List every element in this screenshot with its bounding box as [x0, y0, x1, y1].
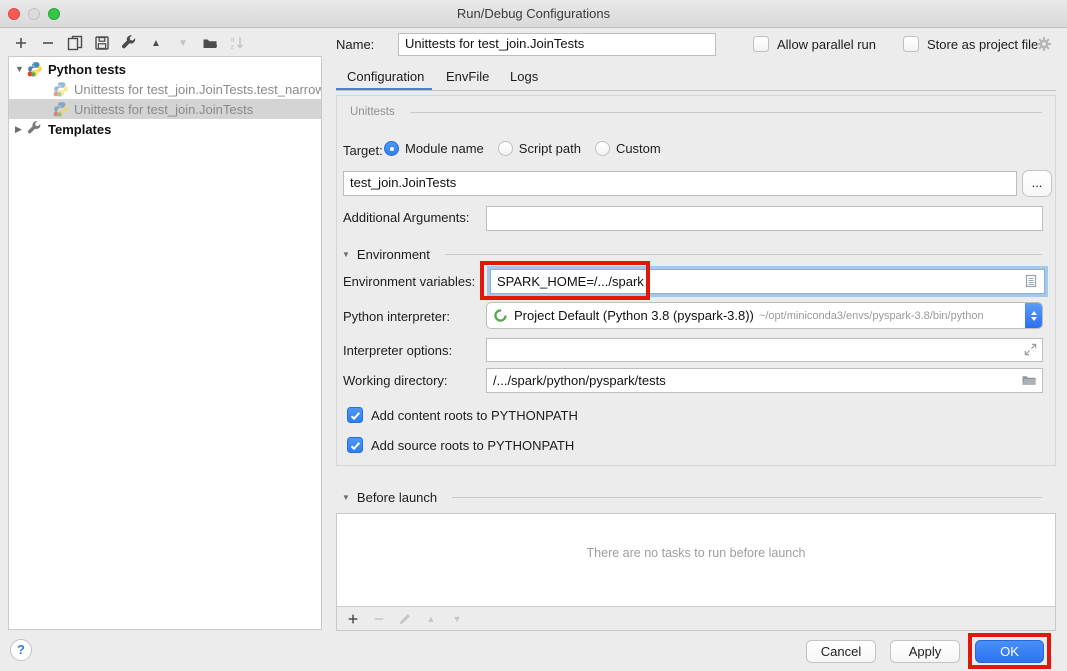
module-name-radio[interactable]: [384, 141, 399, 156]
window-title: Run/Debug Configurations: [0, 6, 1067, 21]
tab-envfile[interactable]: EnvFile: [446, 69, 489, 84]
python-interpreter-value: Project Default (Python 3.8 (pyspark-3.8…: [514, 308, 754, 323]
configurations-toolbar: ▲ ▼ az: [13, 33, 245, 53]
apply-button[interactable]: Apply: [890, 640, 960, 663]
cancel-button[interactable]: Cancel: [806, 640, 876, 663]
add-source-roots-checkbox[interactable]: [347, 437, 363, 453]
working-directory-input[interactable]: /.../spark/python/pyspark/tests: [486, 368, 1043, 393]
python-test-icon: [53, 101, 69, 117]
module-name-radio-label[interactable]: Module name: [405, 141, 484, 156]
allow-parallel-run-label[interactable]: Allow parallel run: [777, 37, 876, 52]
help-button[interactable]: ?: [10, 639, 32, 661]
browse-module-button[interactable]: ...: [1022, 170, 1052, 197]
tabs-separator: [336, 90, 1056, 91]
before-launch-section-label: Before launch: [357, 490, 437, 505]
python-test-icon: [53, 81, 69, 97]
working-directory-label: Working directory:: [343, 373, 448, 388]
templates-wrench-icon: [27, 121, 43, 137]
configurations-tree: ▼ Python tests Unittests for test_join.J…: [8, 56, 322, 630]
target-radio-group: Module name Script path Custom: [384, 141, 661, 156]
custom-radio[interactable]: [595, 141, 610, 156]
python-interpreter-label: Python interpreter:: [343, 309, 450, 324]
environment-variables-label: Environment variables:: [343, 274, 475, 289]
run-debug-configurations-dialog: Run/Debug Configurations ▲ ▼ az ▼ Python…: [0, 0, 1067, 671]
save-icon[interactable]: [94, 35, 110, 51]
custom-radio-label[interactable]: Custom: [616, 141, 661, 156]
store-as-project-file-label[interactable]: Store as project file: [927, 37, 1038, 52]
script-path-radio-label[interactable]: Script path: [519, 141, 581, 156]
chevron-down-icon[interactable]: ▼: [15, 64, 27, 74]
tree-item-templates[interactable]: ▶ Templates: [9, 119, 321, 139]
interpreter-options-label: Interpreter options:: [343, 343, 452, 358]
allow-parallel-run-checkbox[interactable]: [753, 36, 769, 52]
folder-icon[interactable]: [1021, 372, 1037, 388]
python-interpreter-path: ~/opt/miniconda3/envs/pyspark-3.8/bin/py…: [759, 310, 1025, 322]
before-launch-empty-text: There are no tasks to run before launch: [337, 546, 1055, 560]
ok-button-annotation-box: [968, 633, 1051, 669]
chevron-down-icon[interactable]: ▼: [342, 250, 350, 259]
add-source-roots-label[interactable]: Add source roots to PYTHONPATH: [371, 438, 574, 453]
module-name-input[interactable]: test_join.JoinTests: [343, 171, 1017, 196]
before-launch-task-list[interactable]: There are no tasks to run before launch: [337, 514, 1055, 607]
dropdown-stepper-icon[interactable]: [1025, 303, 1042, 328]
before-launch-section-line: [452, 497, 1042, 498]
expand-field-icon[interactable]: [1023, 342, 1039, 358]
environment-section-label: Environment: [357, 247, 430, 262]
add-icon[interactable]: [13, 35, 29, 51]
svg-text:a: a: [231, 37, 235, 44]
tree-item-unittest-narrow[interactable]: Unittests for test_join.JoinTests.test_n…: [9, 79, 321, 99]
tab-configuration[interactable]: Configuration: [347, 69, 424, 84]
chevron-right-icon[interactable]: ▶: [15, 124, 27, 135]
interpreter-options-input[interactable]: [486, 338, 1043, 362]
environment-section-line: [445, 254, 1042, 255]
tab-logs[interactable]: Logs: [510, 69, 538, 84]
name-input[interactable]: Unittests for test_join.JoinTests: [398, 33, 716, 56]
move-task-down-icon: ▼: [449, 611, 465, 627]
script-path-radio[interactable]: [498, 141, 513, 156]
gear-icon: [1036, 36, 1052, 52]
browse-environment-variables-icon[interactable]: [1023, 273, 1039, 289]
edit-templates-wrench-icon[interactable]: [121, 35, 137, 51]
conda-environment-icon: [493, 308, 509, 324]
store-as-project-file-checkbox[interactable]: [903, 36, 919, 52]
remove-icon[interactable]: [40, 35, 56, 51]
before-launch-panel: There are no tasks to run before launch …: [336, 513, 1056, 631]
unittests-group-line: [410, 112, 1042, 113]
python-interpreter-select[interactable]: Project Default (Python 3.8 (pyspark-3.8…: [486, 302, 1043, 329]
move-task-up-icon: ▲: [423, 611, 439, 627]
svg-text:z: z: [231, 44, 235, 51]
additional-arguments-input[interactable]: [486, 206, 1043, 231]
chevron-down-icon[interactable]: ▼: [342, 493, 350, 502]
environment-section-header[interactable]: ▼ Environment: [342, 247, 430, 262]
add-content-roots-checkbox[interactable]: [347, 407, 363, 423]
move-up-icon[interactable]: ▲: [148, 35, 164, 51]
python-tests-icon: [27, 61, 43, 77]
tree-item-label: Python tests: [48, 62, 126, 77]
name-label: Name:: [336, 37, 374, 52]
before-launch-section-header[interactable]: ▼ Before launch: [342, 490, 437, 505]
add-content-roots-label[interactable]: Add content roots to PYTHONPATH: [371, 408, 578, 423]
move-down-icon: ▼: [175, 35, 191, 51]
edit-task-pencil-icon: [397, 611, 413, 627]
tree-item-label: Templates: [48, 122, 111, 137]
tree-item-python-tests[interactable]: ▼ Python tests: [9, 59, 321, 79]
tree-item-label: Unittests for test_join.JoinTests.test_n…: [74, 82, 321, 97]
tree-item-label: Unittests for test_join.JoinTests: [74, 102, 253, 117]
remove-task-icon: [371, 611, 387, 627]
target-label: Target:: [343, 143, 383, 158]
tree-item-unittest-jointests[interactable]: Unittests for test_join.JoinTests: [9, 99, 321, 119]
env-vars-annotation-box: [480, 261, 650, 300]
unittests-group-label: Unittests: [350, 106, 395, 118]
additional-arguments-label: Additional Arguments:: [343, 210, 469, 225]
sort-alphabetically-icon: az: [229, 35, 245, 51]
copy-icon[interactable]: [67, 35, 83, 51]
before-launch-toolbar: ▲ ▼: [345, 611, 465, 627]
new-folder-icon[interactable]: [202, 35, 218, 51]
add-task-icon[interactable]: [345, 611, 361, 627]
titlebar[interactable]: Run/Debug Configurations: [0, 0, 1067, 28]
